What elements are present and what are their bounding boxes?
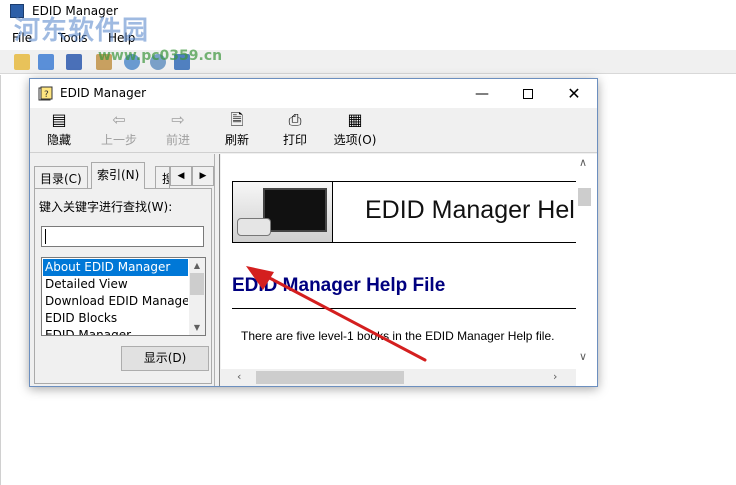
back-label: 上一步 [100, 133, 137, 147]
tab-search[interactable]: 搜 [155, 166, 170, 188]
banner-image [233, 182, 333, 242]
index-list-scroll-thumb[interactable] [190, 273, 204, 295]
content-horizontal-scroll-thumb[interactable] [256, 371, 404, 384]
options-label: 选项(O) [333, 133, 377, 147]
monitor-image [263, 188, 327, 232]
keyword-search-label: 键入关键字进行查找(W): [39, 200, 173, 214]
tab-contents[interactable]: 目录(C) [34, 166, 88, 188]
help-window-titlebar[interactable]: ? EDID Manager — ✕ [30, 79, 597, 108]
help-content-pane: EDID Manager Help EDID Manager Help File… [221, 154, 597, 386]
tab-index[interactable]: 索引(N) [91, 162, 146, 189]
hide-label: 隐藏 [46, 133, 71, 147]
chevron-down-icon[interactable]: ∨ [579, 350, 587, 363]
back-arrow-icon: ⇦ [112, 110, 126, 129]
index-list[interactable]: About EDID Manager Detailed View Downloa… [41, 257, 206, 336]
text-caret [45, 229, 46, 244]
minimize-button[interactable]: — [459, 79, 505, 108]
print-label: 打印 [282, 133, 307, 147]
forward-button[interactable]: ⇨ 前进 [164, 110, 192, 150]
refresh-button[interactable]: 🗎 刷新 [223, 110, 251, 150]
content-vertical-scrollbar[interactable]: ∧ ∨ [576, 154, 593, 369]
options-button[interactable]: ▦ 选项(O) [332, 110, 378, 150]
list-item[interactable]: EDID Blocks [43, 310, 188, 327]
printer-icon: ⎙ [288, 110, 302, 129]
keyword-search-input[interactable] [41, 226, 204, 247]
page-title: EDID Manager Help File [232, 275, 446, 296]
scroll-down-icon[interactable]: ▼ [189, 320, 205, 334]
list-item[interactable]: About EDID Manager [43, 259, 188, 276]
watermark-url: www.pc0359.cn [98, 48, 223, 64]
close-button[interactable]: ✕ [551, 79, 597, 108]
print-button[interactable]: ⎙ 打印 [281, 110, 309, 150]
content-horizontal-scrollbar[interactable]: ‹ › [221, 369, 576, 386]
content-paragraph: There are five level-1 books in the EDID… [241, 329, 555, 343]
refresh-icon: 🗎 [230, 110, 244, 129]
options-icon: ▦ [347, 110, 363, 129]
chevron-right-icon[interactable]: › [553, 370, 557, 383]
help-window-title: EDID Manager [60, 86, 147, 100]
list-item[interactable]: EDID Manager [43, 327, 188, 335]
banner-title: EDID Manager Help [365, 196, 589, 224]
tab-scroll-right-button[interactable]: ▶ [192, 166, 214, 186]
help-toolbar: ▤ 隐藏 ⇦ 上一步 ⇨ 前进 🗎 刷新 ⎙ 打印 ▦ 选项(O) [30, 108, 597, 153]
help-banner: EDID Manager Help [232, 181, 592, 243]
maximize-button[interactable] [505, 79, 551, 108]
forward-arrow-icon: ⇨ [171, 110, 185, 129]
help-window: ? EDID Manager — ✕ ▤ 隐藏 ⇦ 上一步 ⇨ 前进 🗎 刷新 [29, 78, 598, 387]
list-item[interactable]: Download EDID Manager [43, 293, 188, 310]
maximize-icon [523, 88, 533, 99]
tab-scroll-left-button[interactable]: ◀ [170, 166, 192, 186]
help-book-icon: ? [38, 86, 53, 101]
refresh-label: 刷新 [224, 133, 249, 147]
pane-splitter[interactable] [216, 154, 220, 386]
back-button[interactable]: ⇦ 上一步 [98, 110, 140, 150]
minimize-icon: — [475, 85, 489, 102]
open-icon[interactable] [14, 54, 30, 70]
chevron-up-icon[interactable]: ∧ [579, 156, 587, 169]
triangle-left-icon: ◀ [177, 171, 185, 181]
heading-divider [232, 308, 577, 309]
hide-button[interactable]: ▤ 隐藏 [44, 110, 74, 150]
display-button[interactable]: 显示(D) [121, 346, 209, 371]
navigation-pane: 目录(C) 索引(N) 搜 ◀ ▶ 键入关键字进行查找(W): About ED… [30, 154, 215, 386]
svg-text:?: ? [44, 90, 49, 100]
index-list-scrollbar[interactable]: ▲ ▼ [189, 258, 205, 335]
projector-image [237, 218, 271, 236]
scroll-up-icon[interactable]: ▲ [189, 258, 205, 272]
forward-label: 前进 [165, 133, 190, 147]
watermark-logo: 河东软件园 [14, 16, 150, 46]
export-icon[interactable] [66, 54, 82, 70]
save-icon[interactable] [38, 54, 54, 70]
index-tab-page: 键入关键字进行查找(W): About EDID Manager Detaile… [34, 188, 212, 384]
tab-strip: 目录(C) 索引(N) 搜 ◀ ▶ [34, 162, 214, 189]
hide-pane-icon: ▤ [51, 110, 67, 129]
list-item[interactable]: Detailed View [43, 276, 188, 293]
triangle-right-icon: ▶ [199, 171, 207, 181]
close-icon: ✕ [567, 84, 581, 103]
tab-scroll-buttons: ◀ ▶ [170, 166, 214, 186]
content-vertical-scroll-thumb[interactable] [578, 188, 591, 206]
chevron-left-icon[interactable]: ‹ [237, 370, 241, 383]
